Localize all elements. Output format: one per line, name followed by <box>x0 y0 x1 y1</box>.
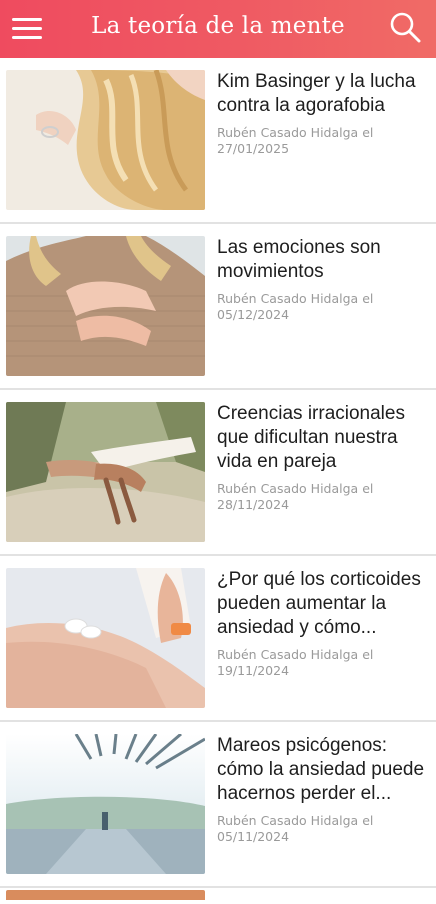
article-thumbnail <box>6 568 205 708</box>
article-title[interactable]: ¿Por qué los corticoides pueden aumentar… <box>217 568 426 640</box>
article-author: Rubén Casado Hidalga el <box>217 125 374 140</box>
article-date: 27/01/2025 <box>217 141 290 156</box>
article-thumbnail <box>6 70 205 210</box>
article-author: Rubén Casado Hidalga el <box>217 647 374 662</box>
article-title[interactable]: Mareos psicógenos: cómo la ansiedad pued… <box>217 734 426 806</box>
article-title[interactable]: Creencias irracionales que dificultan nu… <box>217 402 426 474</box>
app-header: La teoría de la mente <box>0 0 436 58</box>
article-title[interactable]: Las emociones son movimientos <box>217 236 426 284</box>
article-card[interactable]: Kim Basinger y la lucha contra la agoraf… <box>0 58 436 224</box>
article-author: Rubén Casado Hidalga el <box>217 481 374 496</box>
article-thumbnail <box>6 402 205 542</box>
search-icon[interactable] <box>388 10 422 44</box>
article-card[interactable]: ¿Por qué los corticoides pueden aumentar… <box>0 556 436 722</box>
article-date: 05/11/2024 <box>217 829 290 844</box>
app-title: La teoría de la mente <box>91 13 345 39</box>
next-article-peek <box>0 888 436 904</box>
article-date: 05/12/2024 <box>217 307 290 322</box>
article-thumbnail <box>6 734 205 874</box>
article-date: 28/11/2024 <box>217 497 290 512</box>
article-title[interactable]: Kim Basinger y la lucha contra la agoraf… <box>217 70 426 118</box>
article-author: Rubén Casado Hidalga el <box>217 813 374 828</box>
article-card[interactable]: Mareos psicógenos: cómo la ansiedad pued… <box>0 722 436 888</box>
article-date: 19/11/2024 <box>217 663 290 678</box>
article-card[interactable]: Creencias irracionales que dificultan nu… <box>0 390 436 556</box>
article-author: Rubén Casado Hidalga el <box>217 291 374 306</box>
article-list: Kim Basinger y la lucha contra la agoraf… <box>0 58 436 904</box>
article-card[interactable]: Las emociones son movimientos Rubén Casa… <box>0 224 436 390</box>
article-thumbnail <box>6 236 205 376</box>
